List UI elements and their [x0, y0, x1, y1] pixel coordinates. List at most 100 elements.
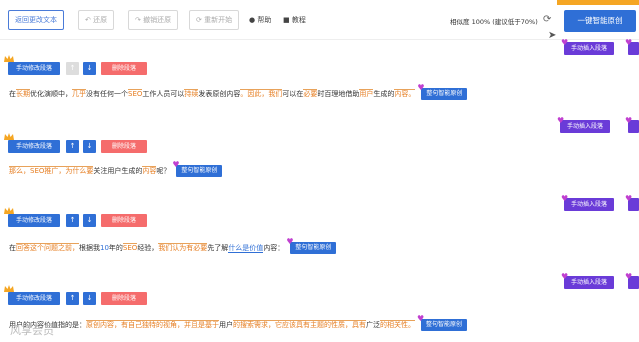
help-link[interactable]: ● 帮助 [249, 15, 271, 25]
text-segment: 时百理地借助 [317, 90, 360, 98]
text-segment: 有自己独特的视角， [121, 320, 184, 329]
insert-paragraph-button[interactable]: ♥ 手动插入段落 [561, 38, 614, 55]
heart-icon: ♥ [557, 116, 565, 125]
text-segment: 用户 [359, 89, 374, 98]
heart-icon: ♥ [561, 272, 569, 281]
heart-icon: ♥ [417, 314, 425, 323]
move-up-button[interactable]: ↑ [66, 214, 79, 227]
mouse-cursor-icon: ➤ [548, 30, 557, 41]
text-segment: 没有任何一个 [86, 90, 128, 98]
text-segment: 我们 [268, 89, 283, 98]
smart-rewrite-button[interactable]: ♥ 整句智能原创 [286, 237, 337, 254]
text-segment: 10 [100, 244, 109, 252]
text-segment: 先了解 [207, 244, 229, 252]
insert-original-button[interactable]: ♥ [625, 38, 639, 55]
smart-rewrite-button[interactable]: ♥ 整句智能原创 [172, 160, 223, 177]
text-segment: 经验， [137, 244, 159, 252]
smart-rewrite-button[interactable]: ♥ 整句智能原创 [417, 314, 468, 331]
paragraph-text[interactable]: 那么，SEO推广，为什么要关注用户生成的内容呢？ ♥ 整句智能原创 [9, 160, 223, 177]
text-segment: 回答这个问题之前， [16, 243, 79, 252]
text-segment: 优化演顺中， [30, 90, 72, 98]
restart-button[interactable]: ⟳ 重新开始 [189, 10, 240, 30]
heart-icon: ♥ [172, 160, 180, 169]
text-segment: 具有 [352, 320, 366, 329]
tutorial-link[interactable]: ■ 教程 [283, 15, 306, 25]
refresh-icon[interactable]: ⟳ [543, 14, 551, 25]
top-accent-strip [557, 0, 639, 5]
one-click-original-button[interactable]: 一键智能原创 [564, 10, 636, 32]
move-down-button[interactable]: ↓ [83, 214, 96, 227]
text-segment: 根据我 [79, 244, 100, 252]
text-segment: SEO推广， [30, 166, 66, 175]
text-segment: 用户 [219, 321, 233, 329]
delete-paragraph-button[interactable]: 删除段落 [101, 62, 147, 75]
text-segment: 持续 [184, 89, 199, 98]
text-segment: 我们认为有必要 [158, 243, 208, 252]
text-segment: SEO [122, 243, 138, 252]
smart-rewrite-label: 整句智能原创 [426, 321, 463, 328]
insert-paragraph-button[interactable]: ♥ 手动插入段落 [561, 194, 614, 211]
heart-icon: ♥ [561, 38, 569, 47]
heart-icon: ♥ [561, 194, 569, 203]
text-segment: 在 [9, 90, 16, 98]
text-segment: 并且是基于 [184, 320, 219, 329]
similarity-indicator: 相似度 100% (建议低于70%) [450, 18, 538, 26]
text-segment: 内容 [142, 166, 157, 175]
text-segment: 广泛 [366, 321, 380, 329]
back-to-edit-button[interactable]: 返回更改文本 [8, 10, 64, 30]
heart-icon: ♥ [417, 83, 425, 92]
heart-icon: ♥ [625, 272, 633, 281]
move-up-button[interactable]: ↑ [66, 140, 79, 153]
edit-paragraph-button[interactable]: 手动修改段落 [8, 214, 60, 227]
text-segment: 内容。 [394, 89, 416, 98]
insert-original-button[interactable]: ♥ [625, 272, 639, 289]
insert-paragraph-button[interactable]: ♥ 手动插入段落 [561, 272, 614, 289]
insert-original-button[interactable]: ♥ [625, 194, 639, 211]
delete-paragraph-button[interactable]: 删除段落 [101, 292, 147, 305]
text-segment: 为什么要 [65, 166, 94, 175]
edit-paragraph-button[interactable]: 手动修改段落 [8, 140, 60, 153]
paragraph-text[interactable]: 用户的内容价值指的是：原创内容，有自己独特的视角，并且是基于用户的搜索需求，它应… [9, 314, 468, 331]
text-segment: 呢？ [156, 167, 171, 175]
move-up-button[interactable]: ↑ [66, 292, 79, 305]
insert-original-button[interactable]: ♥ [625, 116, 639, 133]
paragraph-text[interactable]: 在长期优化演顺中，几乎没有任何一个SEO工作人员可以持续发表原创内容。因此，我们… [9, 83, 468, 100]
heart-icon: ♥ [286, 237, 294, 246]
crown-icon [4, 55, 14, 62]
text-segment: 那么， [9, 166, 30, 175]
undo-button[interactable]: ↶ 还原 [78, 10, 115, 30]
insert-paragraph-button[interactable]: ♥ 手动插入段落 [557, 116, 610, 133]
text-segment: 关注用户生成的 [93, 167, 143, 175]
text-segment: 几乎 [72, 89, 86, 98]
text-segment: 可以在 [282, 90, 304, 98]
move-down-button[interactable]: ↓ [83, 140, 96, 153]
delete-paragraph-button[interactable]: 删除段落 [101, 140, 147, 153]
text-segment: SEO [128, 89, 143, 98]
smart-rewrite-label: 整句智能原创 [181, 167, 218, 174]
smart-rewrite-button[interactable]: ♥ 整句智能原创 [417, 83, 468, 100]
edit-paragraph-button[interactable]: 手动修改段落 [8, 292, 60, 305]
edit-paragraph-button[interactable]: 手动修改段落 [8, 62, 60, 75]
move-down-button[interactable]: ↓ [83, 62, 96, 75]
move-down-button[interactable]: ↓ [83, 292, 96, 305]
text-segment: 在 [9, 244, 16, 252]
text-segment: 原创内容， [86, 320, 121, 329]
undo-all-button[interactable]: ↷ 撤销还原 [128, 10, 179, 30]
move-up-button[interactable]: ↑ [66, 62, 79, 75]
redo-icon: ↷ [135, 16, 144, 24]
crown-icon [4, 285, 14, 292]
paragraph-text[interactable]: 在回答这个问题之前，根据我10年的SEO经验，我们认为有必要先了解什么是价值内容… [9, 237, 337, 254]
watermark: 风享会员 [10, 324, 54, 337]
heart-icon: ♥ [625, 38, 633, 47]
text-segment: 必要 [303, 89, 318, 98]
undo-icon: ↶ [85, 16, 94, 24]
delete-paragraph-button[interactable]: 删除段落 [101, 214, 147, 227]
restart-icon: ⟳ [196, 16, 205, 24]
heart-icon: ♥ [625, 194, 633, 203]
crown-icon [4, 207, 14, 214]
top-toolbar: 返回更改文本 ↶ 还原 ↷ 撤销还原 ⟳ 重新开始 ● 帮助 ■ 教程 相似度 … [0, 0, 639, 40]
text-segment: 长期 [16, 89, 30, 98]
text-segment: 它应该具有主题的性质， [275, 320, 352, 329]
text-segment: 工作人员可以 [142, 90, 185, 98]
text-segment: 的相关性。 [380, 320, 415, 329]
